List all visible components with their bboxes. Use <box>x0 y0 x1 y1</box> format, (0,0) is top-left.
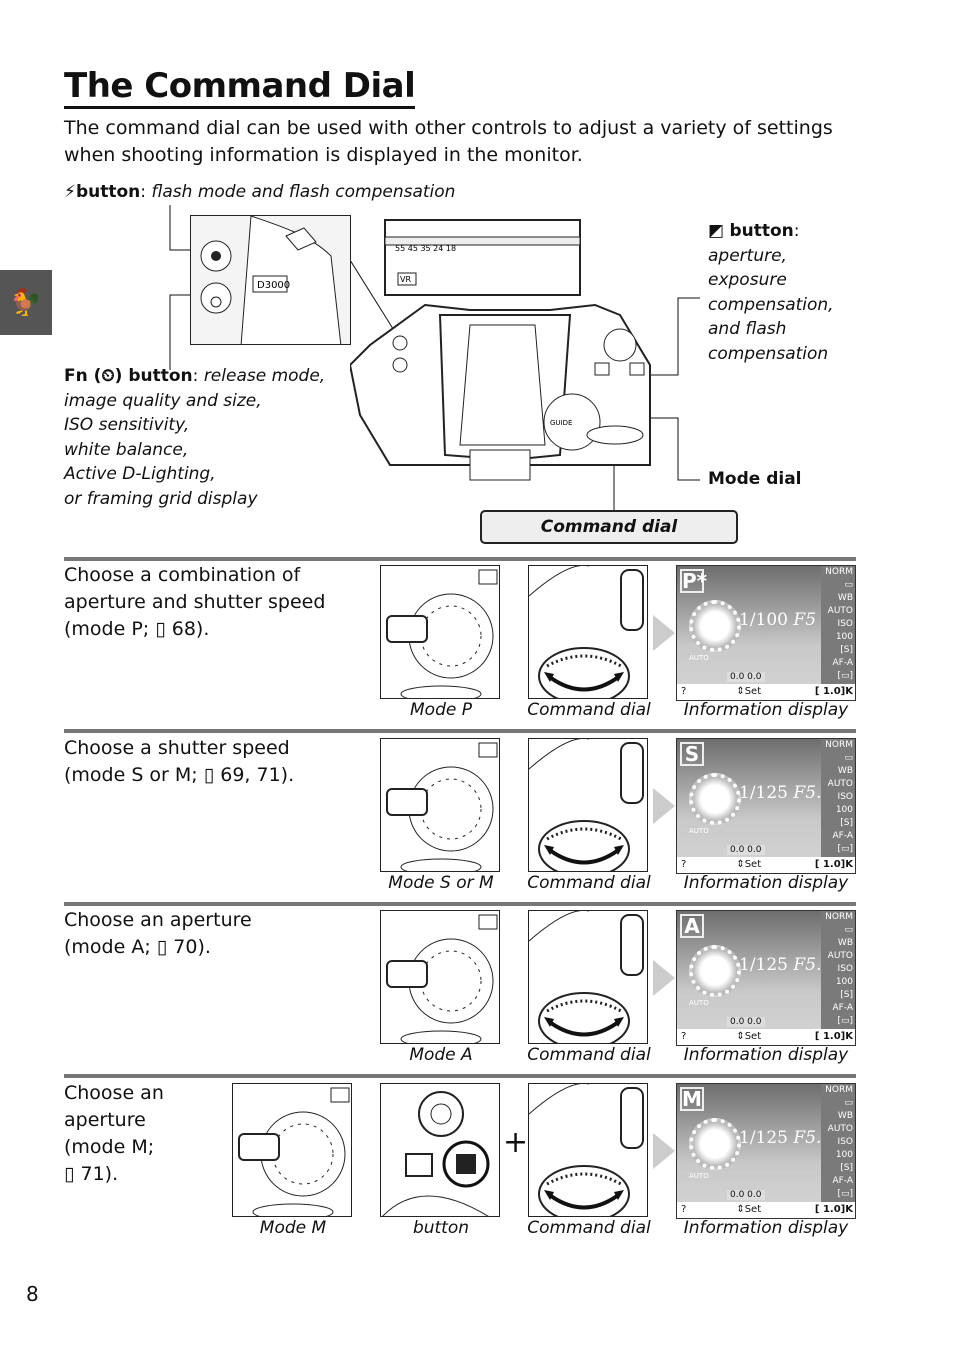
mode-dial-illustration <box>380 738 500 872</box>
information-display: A 1/125 F5.6 NORM ▭ WB AUTO ISO 100 [S] AF-A [▭]… <box>676 910 856 1046</box>
image-caption: Command dial <box>527 1045 651 1065</box>
bottom-bar: ? ⇕Set[ 1.0]K <box>677 857 855 873</box>
settings-column: NORM▭WB AUTOISO 100[S]AF-A[▭]◙ADL OFF <box>821 566 855 700</box>
information-display-caption: Information display <box>683 873 849 893</box>
mode-dial-label: Mode dial <box>708 469 802 489</box>
compensation-values: 0.0 0.0 <box>727 672 765 682</box>
camera-side-inset: D3000 <box>190 215 351 345</box>
bottom-bar: ? ⇕Set[ 1.0]K <box>677 1029 855 1045</box>
aperture-icon <box>689 945 741 997</box>
plus-sign: + <box>503 1125 529 1160</box>
exposure-values: 1/100 F5 <box>739 610 817 630</box>
auto-label: AUTO <box>689 827 709 835</box>
auto-label: AUTO <box>689 999 709 1007</box>
aperture-icon <box>689 773 741 825</box>
svg-text:D3000: D3000 <box>257 280 290 291</box>
exposure-comp-icon: ◩ <box>708 221 725 241</box>
compensation-values: 0.0 0.0 <box>727 1017 765 1027</box>
image-caption: button <box>412 1218 470 1238</box>
image-caption: Command dial <box>527 1218 651 1238</box>
command-dial-illustration <box>528 1083 648 1217</box>
exposure-button-illustration <box>380 1083 500 1217</box>
shooting-mode: A <box>680 914 704 938</box>
arrow-icon <box>653 788 675 824</box>
aperture-icon <box>689 1118 741 1170</box>
row-instruction: Choose an aperture (mode A; ▯ 70). <box>64 909 252 958</box>
image-caption: Command dial <box>527 700 651 720</box>
command-dial-label: Command dial <box>480 510 738 544</box>
mode-dial-illustration <box>380 910 500 1044</box>
exposure-values: 1/125 F5.6 <box>739 783 833 803</box>
arrow-icon <box>653 960 675 996</box>
mode-dial-illustration <box>232 1083 352 1217</box>
image-caption: Mode M <box>259 1218 327 1238</box>
row-instruction: Choose a combination of aperture and shut… <box>64 564 326 640</box>
page-number: 8 <box>26 1282 39 1306</box>
svg-text:VR: VR <box>400 275 411 284</box>
image-caption: Command dial <box>527 873 651 893</box>
exposure-values: 1/125 F5.6 <box>739 1128 833 1148</box>
auto-label: AUTO <box>689 1172 709 1180</box>
settings-column: NORM▭WB AUTOISO 100[S]AF-A[▭]◙ADL OFF <box>821 911 855 1045</box>
bottom-bar: ? ⇕Set[ 1.0]K <box>677 684 855 700</box>
information-display-caption: Information display <box>683 1045 849 1065</box>
divider <box>64 1074 856 1078</box>
compensation-values: 0.0 0.0 <box>727 845 765 855</box>
auto-label: AUTO <box>689 654 709 662</box>
image-caption: Mode P <box>410 700 472 720</box>
settings-column: NORM▭WB AUTOISO 100[S]AF-A[▭]◙ADL OFF <box>821 739 855 873</box>
image-caption: Mode A <box>409 1045 473 1065</box>
information-display-caption: Information display <box>683 700 849 720</box>
svg-text:55 45 35 24 18: 55 45 35 24 18 <box>395 244 456 253</box>
shooting-mode: S <box>680 742 704 766</box>
row-instruction: Choose a shutter speed (mode S or M; ▯ 69… <box>64 737 295 786</box>
information-display-caption: Information display <box>683 1218 849 1238</box>
divider <box>64 557 856 561</box>
command-dial-illustration <box>528 565 648 699</box>
command-dial-illustration <box>528 910 648 1044</box>
divider <box>64 729 856 733</box>
image-caption: Mode S or M <box>388 873 494 893</box>
svg-text:GUIDE: GUIDE <box>550 419 572 427</box>
divider <box>64 902 856 906</box>
compensation-values: 0.0 0.0 <box>727 1190 765 1200</box>
bottom-bar: ? ⇕Set[ 1.0]K <box>677 1202 855 1218</box>
settings-column: NORM▭WB AUTOISO 100[S]AF-A[▭]◙ADL OFF <box>821 1084 855 1218</box>
mode-dial-illustration <box>380 565 500 699</box>
shooting-mode: P* <box>680 569 708 593</box>
shooting-mode: M <box>680 1087 704 1111</box>
exposure-values: 1/125 F5.6 <box>739 955 833 975</box>
arrow-icon <box>653 615 675 651</box>
exposure-button-callout: ◩ button: aperture, exposure compensatio… <box>708 221 834 364</box>
camera-top-illustration: 55 45 35 24 18 VR GUIDE <box>350 215 680 507</box>
command-dial-illustration <box>528 738 648 872</box>
information-display: S 1/125 F5.6 NORM ▭ WB AUTO ISO 100 [S] AF-A [▭]… <box>676 738 856 874</box>
information-display: P* 1/100 F5NORM▭WB AUTOISO 100[S]AF-A[▭]◙… <box>676 565 856 701</box>
arrow-icon <box>653 1133 675 1169</box>
row-instruction: Choose an aperture (mode M; ▯ 71). <box>64 1082 164 1185</box>
fn-button-callout: Fn (⏲) button: release mode, image quali… <box>64 366 326 509</box>
information-display: M 1/125 F5.6 NORM ▭ WB AUTO ISO 100 [S] AF-A [▭]… <box>676 1083 856 1219</box>
aperture-icon <box>689 600 741 652</box>
